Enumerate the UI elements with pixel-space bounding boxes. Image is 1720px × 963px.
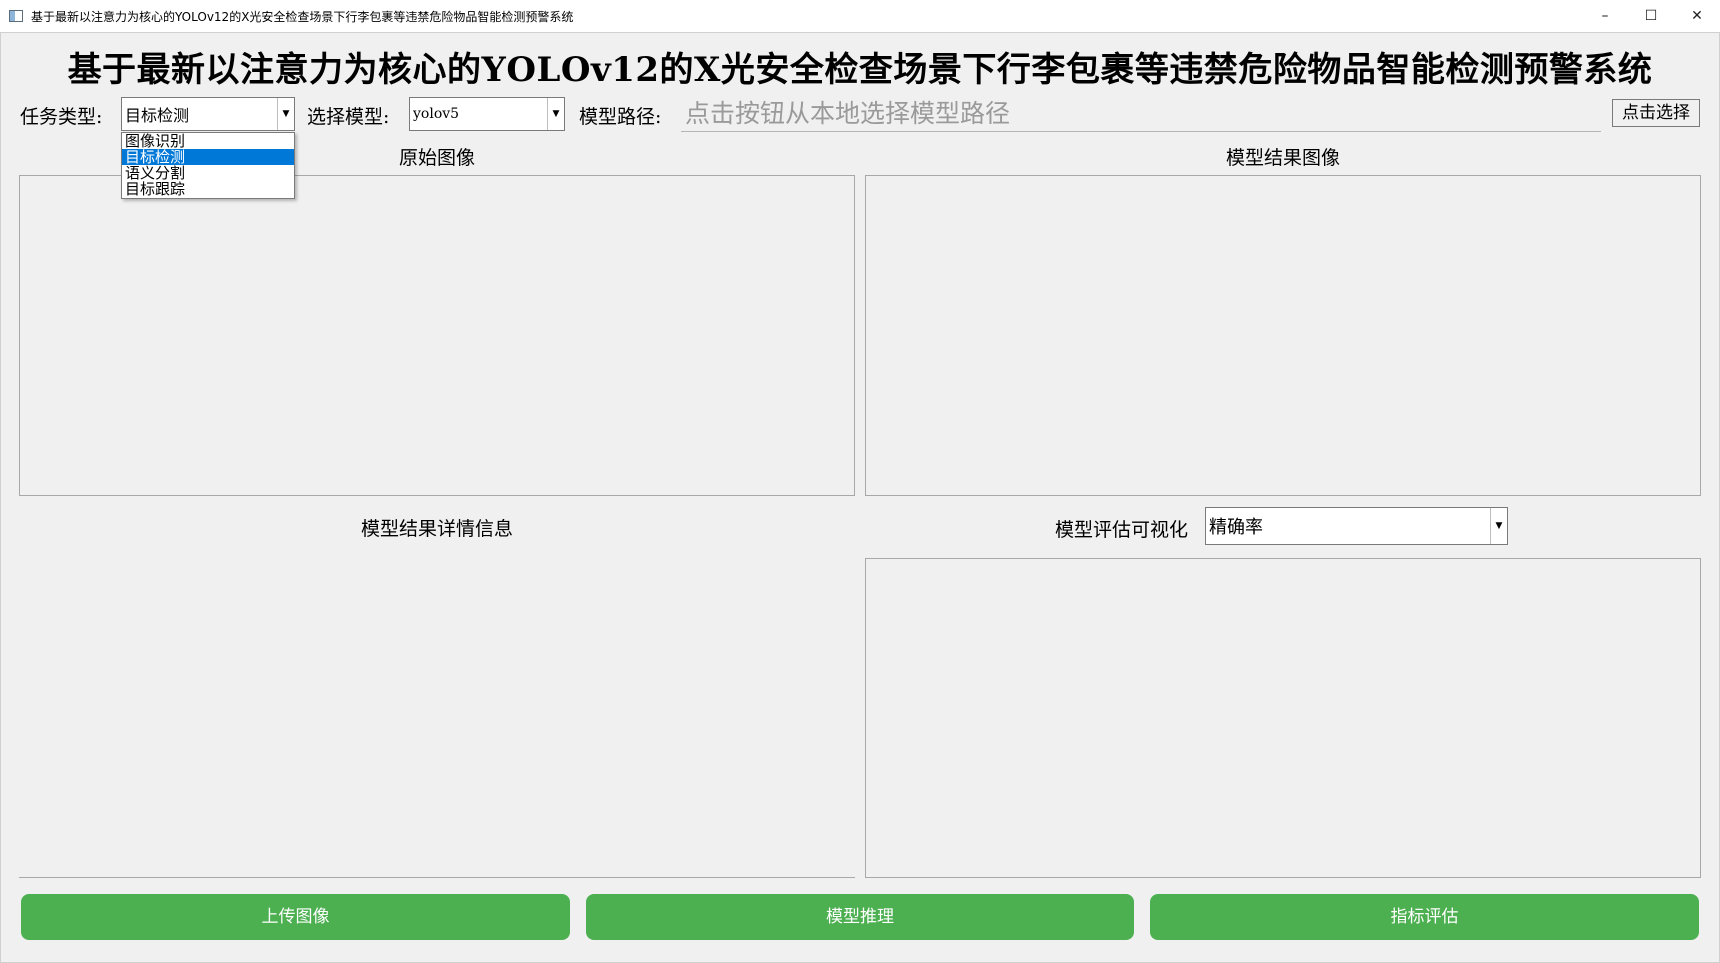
eval-chart-panel (865, 558, 1701, 878)
eval-metric-select[interactable]: 精确率 ▼ (1205, 507, 1508, 545)
minimize-icon[interactable]: – (1582, 0, 1628, 32)
details-text-area[interactable] (19, 558, 855, 878)
maximize-icon[interactable]: ☐ (1628, 0, 1674, 32)
metric-evaluation-button[interactable]: 指标评估 (1150, 894, 1699, 940)
model-path-input[interactable] (681, 96, 1601, 132)
dropdown-option[interactable]: 图像识别 (122, 133, 294, 149)
task-type-label: 任务类型: (20, 106, 103, 128)
details-title: 模型结果详情信息 (360, 518, 513, 540)
result-image-title: 模型结果图像 (1225, 147, 1340, 169)
model-select[interactable]: yolov5 ▼ (409, 97, 565, 131)
task-type-dropdown: 图像识别 目标检测 语义分割 目标跟踪 (121, 132, 295, 199)
eval-metric-value: 精确率 (1209, 517, 1263, 538)
chevron-down-icon[interactable]: ▼ (277, 98, 294, 130)
window-controls: – ☐ ✕ (1582, 0, 1720, 32)
app-icon (9, 10, 23, 22)
window-titlebar: 基于最新以注意力为核心的YOLOv12的X光安全检查场景下行李包裹等违禁危险物品… (0, 0, 1720, 32)
choose-model-button[interactable]: 点击选择 (1612, 99, 1700, 127)
original-image-panel (19, 175, 855, 496)
eval-visualization-label: 模型评估可视化 (1055, 519, 1189, 541)
upload-image-button[interactable]: 上传图像 (21, 894, 570, 940)
chevron-down-icon[interactable]: ▼ (1490, 508, 1507, 544)
window-title: 基于最新以注意力为核心的YOLOv12的X光安全检查场景下行李包裹等违禁危险物品… (31, 9, 574, 24)
page-title: 基于最新以注意力为核心的YOLOv12的X光安全检查场景下行李包裹等违禁危险物品… (67, 50, 1653, 90)
task-type-select[interactable]: 目标检测 ▼ (121, 97, 295, 131)
model-select-label: 选择模型: (307, 106, 390, 128)
task-type-value: 目标检测 (125, 106, 190, 125)
result-image-panel (865, 175, 1701, 496)
model-select-value: yolov5 (413, 106, 460, 122)
dropdown-option-selected[interactable]: 目标检测 (122, 149, 294, 165)
chevron-down-icon[interactable]: ▼ (547, 98, 564, 130)
dropdown-option[interactable]: 目标跟踪 (122, 181, 294, 197)
model-inference-button[interactable]: 模型推理 (586, 894, 1134, 940)
model-path-label: 模型路径: (579, 106, 662, 128)
dropdown-option[interactable]: 语义分割 (122, 165, 294, 181)
close-icon[interactable]: ✕ (1674, 0, 1720, 32)
